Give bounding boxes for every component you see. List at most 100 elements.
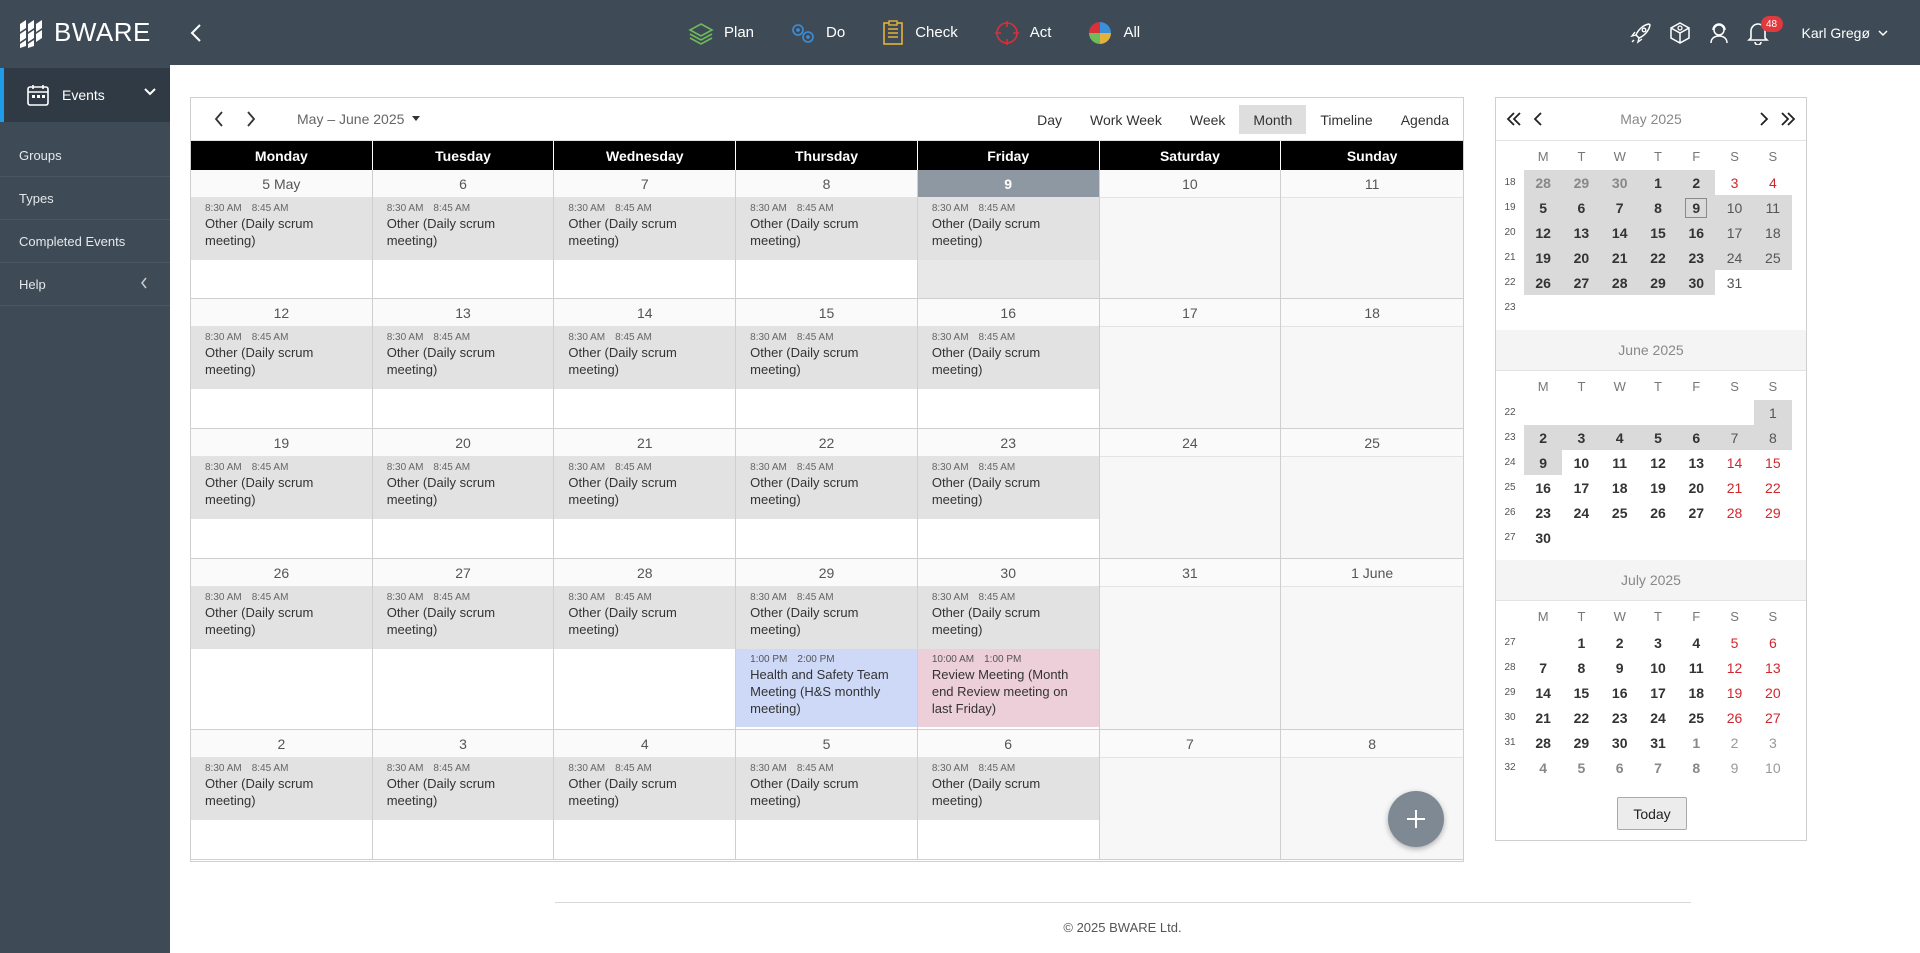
mini-day[interactable]: 8: [1562, 655, 1600, 680]
mini-day[interactable]: 18: [1753, 220, 1792, 245]
day-cell[interactable]: 8: [1281, 730, 1463, 859]
mini-day[interactable]: 9: [1677, 195, 1716, 220]
mini-day[interactable]: 26: [1639, 500, 1677, 525]
mini-day[interactable]: 6: [1562, 195, 1601, 220]
mini-day[interactable]: 29: [1562, 730, 1600, 755]
day-cell[interactable]: 6 8:30 AM 8:45 AM Other (Daily scrum meetin…: [917, 730, 1100, 859]
day-cell[interactable]: 5 8:30 AM 8:45 AM Other (Daily scrum meetin…: [736, 730, 918, 859]
day-cell[interactable]: 10: [1099, 170, 1282, 298]
mini-day[interactable]: 21: [1600, 245, 1639, 270]
event-daily-scrum[interactable]: 8:30 AM 8:45 AM Other (Daily scrum meeting…: [736, 327, 917, 389]
mini-day[interactable]: 6: [1754, 630, 1792, 655]
event-daily-scrum[interactable]: 8:30 AM 8:45 AM Other (Daily scrum meeting…: [554, 758, 736, 820]
mini-day[interactable]: 19: [1524, 245, 1563, 270]
mini-day[interactable]: 5: [1638, 425, 1678, 450]
mini-day[interactable]: 28: [1715, 500, 1753, 525]
mini-day[interactable]: 9: [1601, 655, 1639, 680]
mini-day[interactable]: 5: [1562, 755, 1600, 780]
next-year-button[interactable]: [1778, 108, 1798, 130]
day-cell[interactable]: 4 8:30 AM 8:45 AM Other (Daily scrum meetin…: [554, 730, 737, 859]
mini-day[interactable]: 4: [1524, 755, 1562, 780]
day-number[interactable]: 6: [917, 730, 1099, 758]
mini-day[interactable]: 17: [1562, 475, 1600, 500]
mini-day[interactable]: 10: [1715, 195, 1754, 220]
day-number[interactable]: 5: [736, 730, 917, 758]
day-number[interactable]: 21: [554, 429, 736, 457]
mini-day[interactable]: 14: [1715, 450, 1753, 475]
day-number[interactable]: 15: [736, 299, 917, 327]
day-cell[interactable]: 3 8:30 AM 8:45 AM Other (Daily scrum meetin…: [372, 730, 555, 859]
today-button[interactable]: Today: [1617, 797, 1687, 830]
day-cell[interactable]: 28 8:30 AM 8:45 AM Other (Daily scrum meeti…: [554, 559, 737, 729]
view-day[interactable]: Day: [1023, 105, 1076, 134]
day-cell[interactable]: 7 8:30 AM 8:45 AM Other (Daily scrum meetin…: [554, 170, 737, 298]
mini-day[interactable]: 18: [1677, 680, 1715, 705]
mini-day[interactable]: 11: [1677, 655, 1715, 680]
mini-day[interactable]: 11: [1601, 450, 1639, 475]
mini-day[interactable]: 3: [1562, 425, 1601, 450]
event-daily-scrum[interactable]: 8:30 AM 8:45 AM Other (Daily scrum meeting…: [736, 457, 917, 519]
event-review-meeting[interactable]: 10:00 AM 1:00 PM Review Meeting (Month end…: [917, 649, 1099, 727]
mini-day[interactable]: 27: [1562, 270, 1601, 295]
day-number[interactable]: 3: [372, 730, 554, 758]
mini-day[interactable]: 7: [1715, 425, 1754, 450]
day-number[interactable]: 16: [917, 299, 1099, 327]
day-cell[interactable]: 19 8:30 AM 8:45 AM Other (Daily scrum meeti…: [191, 429, 373, 558]
mini-day[interactable]: 22: [1754, 475, 1792, 500]
event-daily-scrum[interactable]: 8:30 AM 8:45 AM Other (Daily scrum meeting…: [372, 758, 554, 820]
day-cell[interactable]: 6 8:30 AM 8:45 AM Other (Daily scrum meetin…: [372, 170, 555, 298]
previous-button[interactable]: [207, 107, 231, 131]
day-cell[interactable]: 1 June: [1281, 559, 1463, 729]
mini-day[interactable]: 27: [1754, 705, 1792, 730]
day-number[interactable]: 7: [1099, 730, 1281, 758]
day-number[interactable]: 19: [191, 429, 372, 457]
logo[interactable]: BWARE: [18, 17, 151, 48]
mini-day[interactable]: 18: [1601, 475, 1639, 500]
day-cell[interactable]: 31: [1099, 559, 1282, 729]
mini-day[interactable]: 30: [1524, 525, 1562, 550]
view-agenda[interactable]: Agenda: [1387, 105, 1463, 134]
event-daily-scrum[interactable]: 8:30 AM 8:45 AM Other (Daily scrum meeting…: [554, 327, 736, 389]
day-number[interactable]: 27: [372, 559, 554, 587]
day-number[interactable]: 1 June: [1281, 559, 1463, 587]
day-number[interactable]: 13: [372, 299, 554, 327]
day-number[interactable]: 20: [372, 429, 554, 457]
day-cell[interactable]: 23 8:30 AM 8:45 AM Other (Daily scrum meeti…: [917, 429, 1100, 558]
mini-day[interactable]: 25: [1601, 500, 1639, 525]
mini-day[interactable]: 20: [1677, 475, 1715, 500]
mini-day[interactable]: 12: [1524, 220, 1563, 245]
sidebar-item-events[interactable]: Events: [0, 68, 170, 122]
mini-day[interactable]: 10: [1639, 655, 1677, 680]
mini-day[interactable]: 19: [1715, 680, 1753, 705]
event-daily-scrum[interactable]: 8:30 AM 8:45 AM Other (Daily scrum meeting…: [917, 587, 1099, 649]
mini-day[interactable]: 16: [1524, 475, 1562, 500]
mini-day[interactable]: 10: [1754, 755, 1792, 780]
collapse-sidebar-button[interactable]: [186, 20, 206, 46]
day-number[interactable]: 7: [554, 170, 736, 198]
mini-day[interactable]: 23: [1601, 705, 1639, 730]
mini-day[interactable]: 28: [1524, 730, 1562, 755]
mini-day[interactable]: 20: [1562, 245, 1601, 270]
mini-day[interactable]: 19: [1639, 475, 1677, 500]
support-button[interactable]: [1700, 0, 1739, 65]
event-daily-scrum[interactable]: 8:30 AM 8:45 AM Other (Daily scrum meeting…: [191, 587, 372, 649]
mini-day[interactable]: 23: [1677, 245, 1716, 270]
mini-day[interactable]: 29: [1638, 270, 1678, 295]
event-daily-scrum[interactable]: 8:30 AM 8:45 AM Other (Daily scrum meeting…: [372, 327, 554, 389]
event-health-safety-meeting[interactable]: 1:00 PM 2:00 PM Health and Safety Team Mee…: [736, 649, 917, 727]
mini-day[interactable]: 7: [1524, 655, 1562, 680]
day-cell[interactable]: 27 8:30 AM 8:45 AM Other (Daily scrum meeti…: [372, 559, 555, 729]
mini-day[interactable]: 12: [1639, 450, 1677, 475]
date-range-picker[interactable]: May – June 2025: [297, 111, 421, 127]
mini-day[interactable]: 17: [1639, 680, 1677, 705]
day-cell[interactable]: 5 May 8:30 AM 8:45 AM Other (Daily scrum me…: [191, 170, 373, 298]
mini-day[interactable]: 16: [1601, 680, 1639, 705]
event-daily-scrum[interactable]: 8:30 AM 8:45 AM Other (Daily scrum meeting…: [191, 198, 372, 260]
day-number[interactable]: 28: [554, 559, 736, 587]
event-daily-scrum[interactable]: 8:30 AM 8:45 AM Other (Daily scrum meeting…: [191, 327, 372, 389]
mini-day[interactable]: 31: [1715, 270, 1753, 295]
sidebar-item-completed-events[interactable]: Completed Events: [0, 220, 170, 263]
mini-day[interactable]: 31: [1639, 730, 1677, 755]
day-cell[interactable]: 8 8:30 AM 8:45 AM Other (Daily scrum meetin…: [736, 170, 918, 298]
mini-day[interactable]: 3: [1715, 170, 1753, 195]
